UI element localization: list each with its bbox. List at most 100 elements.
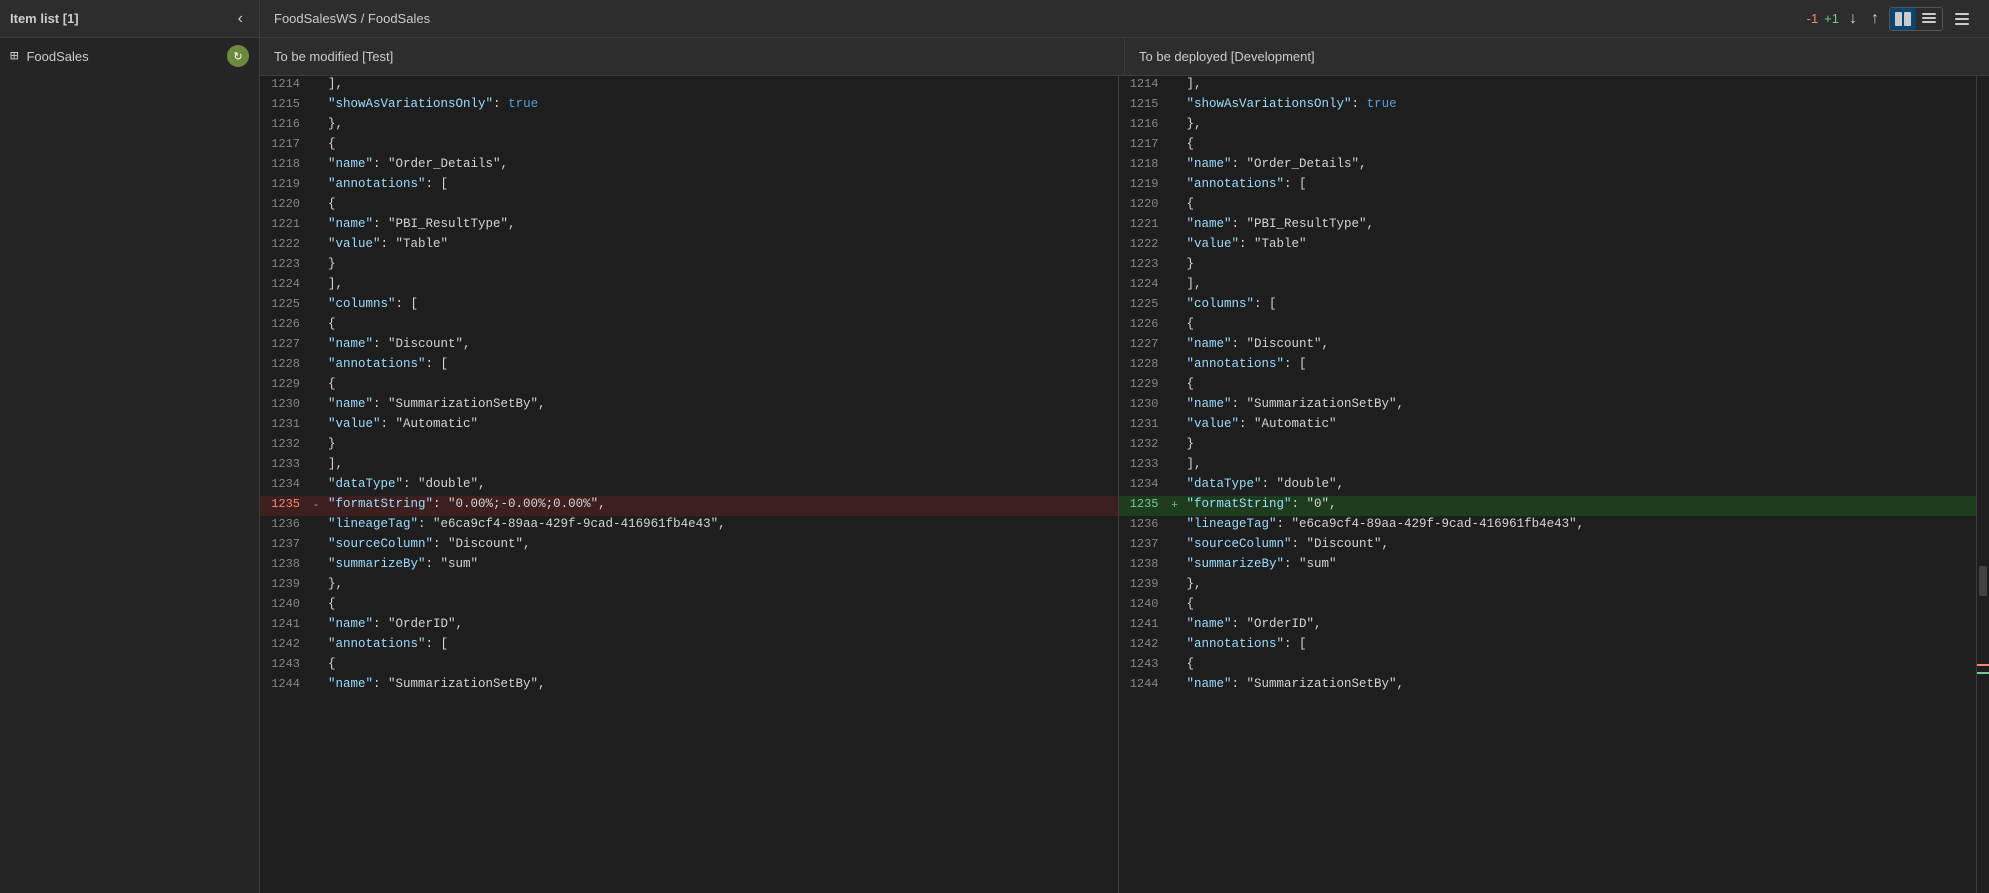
line-content: "sourceColumn": "Discount", — [324, 536, 1118, 556]
line-content: "dataType": "double", — [324, 476, 1118, 496]
breadcrumb: FoodSalesWS / FoodSales — [274, 11, 430, 26]
line-number: 1223 — [260, 256, 308, 276]
line-content: "columns": [ — [1183, 296, 1977, 316]
sidebar-item-foodsales[interactable]: ⊞ FoodSales ↻ — [0, 38, 259, 74]
navigate-down-button[interactable]: ↓ — [1845, 8, 1861, 30]
more-options-button[interactable] — [1949, 8, 1975, 30]
right-diff-panel[interactable]: 1214 ],1215 "showAsVariationsOnly": true… — [1119, 76, 1978, 893]
line-content: "annotations": [ — [1183, 636, 1977, 656]
code-line: 1229 { — [1119, 376, 1977, 396]
line-content: { — [1183, 316, 1977, 336]
line-number: 1236 — [1119, 516, 1167, 536]
left-column-header: To be modified [Test] — [260, 38, 1125, 75]
line-number: 1215 — [260, 96, 308, 116]
right-column-header: To be deployed [Development] — [1125, 38, 1989, 75]
line-number: 1240 — [1119, 596, 1167, 616]
line-content: { — [1183, 376, 1977, 396]
code-line: 1227 "name": "Discount", — [260, 336, 1118, 356]
line-content: ], — [1183, 276, 1977, 296]
line-number: 1231 — [1119, 416, 1167, 436]
code-line: 1230 "name": "SummarizationSetBy", — [260, 396, 1118, 416]
line-gutter — [308, 296, 324, 316]
split-view-icon — [1894, 10, 1912, 28]
toolbar: -1 +1 ↓ ↑ — [1807, 7, 1975, 31]
code-line: 1222 "value": "Table" — [1119, 236, 1977, 256]
scrollbar-thumb[interactable] — [1979, 566, 1987, 596]
code-line: 1225 "columns": [ — [1119, 296, 1977, 316]
sidebar-title: Item list [1] — [10, 11, 79, 26]
line-number: 1224 — [260, 276, 308, 296]
code-line: 1221 "name": "PBI_ResultType", — [1119, 216, 1977, 236]
line-content: }, — [1183, 576, 1977, 596]
code-line: 1242 "annotations": [ — [1119, 636, 1977, 656]
line-content: "annotations": [ — [1183, 176, 1977, 196]
line-content: "lineageTag": "e6ca9cf4-89aa-429f-9cad-4… — [1183, 516, 1977, 536]
line-number: 1222 — [260, 236, 308, 256]
line-content: "formatString": "0.00%;-0.00%;0.00%", — [324, 496, 1118, 516]
line-content: { — [1183, 656, 1977, 676]
line-content: "name": "PBI_ResultType", — [1183, 216, 1977, 236]
line-number: 1224 — [1119, 276, 1167, 296]
line-content: } — [324, 256, 1118, 276]
line-content: "summarizeBy": "sum" — [324, 556, 1118, 576]
diff-plus-count: +1 — [1824, 11, 1839, 26]
breadcrumb-area: FoodSalesWS / FoodSales -1 +1 ↓ ↑ — [260, 0, 1989, 37]
line-content: } — [1183, 256, 1977, 276]
line-content: { — [324, 316, 1118, 336]
line-gutter — [308, 556, 324, 576]
code-line: 1243 { — [1119, 656, 1977, 676]
code-line: 1221 "name": "PBI_ResultType", — [260, 216, 1118, 236]
line-number: 1229 — [260, 376, 308, 396]
line-gutter — [308, 676, 324, 696]
line-number: 1244 — [260, 676, 308, 696]
line-gutter — [308, 436, 324, 456]
line-number: 1231 — [260, 416, 308, 436]
line-content: ], — [324, 76, 1118, 96]
line-content: "name": "SummarizationSetBy", — [1183, 676, 1977, 696]
line-number: 1230 — [260, 396, 308, 416]
code-line: 1232 } — [260, 436, 1118, 456]
line-gutter — [1167, 636, 1183, 656]
line-gutter — [308, 236, 324, 256]
line-gutter — [1167, 416, 1183, 436]
collapse-sidebar-button[interactable]: ‹ — [232, 8, 249, 30]
line-gutter — [1167, 516, 1183, 536]
line-number: 1226 — [260, 316, 308, 336]
line-number: 1227 — [1119, 336, 1167, 356]
code-line: 1244 "name": "SummarizationSetBy", — [260, 676, 1118, 696]
diff-added-indicator — [1977, 672, 1989, 674]
line-number: 1216 — [1119, 116, 1167, 136]
line-number: 1235 — [1119, 496, 1167, 516]
line-gutter — [308, 156, 324, 176]
code-line: 1238 "summarizeBy": "sum" — [1119, 556, 1977, 576]
line-gutter — [1167, 536, 1183, 556]
line-gutter — [308, 596, 324, 616]
line-content: "name": "OrderID", — [1183, 616, 1977, 636]
line-gutter — [1167, 236, 1183, 256]
line-content: "summarizeBy": "sum" — [1183, 556, 1977, 576]
code-line: 1244 "name": "SummarizationSetBy", — [1119, 676, 1977, 696]
code-line: 1220 { — [260, 196, 1118, 216]
navigate-up-button[interactable]: ↑ — [1867, 8, 1883, 30]
line-gutter — [308, 516, 324, 536]
line-number: 1227 — [260, 336, 308, 356]
diff-panels: 1214 ],1215 "showAsVariationsOnly": true… — [260, 76, 1989, 893]
right-lines-container: 1214 ],1215 "showAsVariationsOnly": true… — [1119, 76, 1977, 696]
line-gutter — [308, 116, 324, 136]
line-gutter — [1167, 156, 1183, 176]
left-diff-panel[interactable]: 1214 ],1215 "showAsVariationsOnly": true… — [260, 76, 1119, 893]
split-view-button[interactable] — [1890, 8, 1916, 30]
line-gutter — [1167, 436, 1183, 456]
line-content: "dataType": "double", — [1183, 476, 1977, 496]
line-content: "name": "OrderID", — [324, 616, 1118, 636]
code-line: 1238 "summarizeBy": "sum" — [260, 556, 1118, 576]
inline-view-button[interactable] — [1916, 8, 1942, 30]
code-line: 1231 "value": "Automatic" — [1119, 416, 1977, 436]
code-line: 1214 ], — [1119, 76, 1977, 96]
line-content: "value": "Table" — [324, 236, 1118, 256]
code-line: 1217 { — [1119, 136, 1977, 156]
sidebar-item-left: ⊞ FoodSales — [10, 48, 89, 65]
line-number: 1239 — [260, 576, 308, 596]
code-line: 1219 "annotations": [ — [1119, 176, 1977, 196]
diff-removed-indicator — [1977, 664, 1989, 666]
